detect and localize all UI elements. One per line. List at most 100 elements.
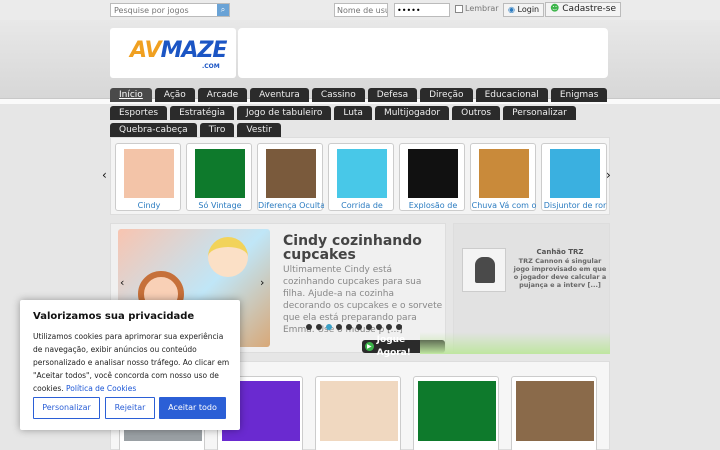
category-nav-row-1: Início Ação Arcade Aventura Cassino Defesa Dir… <box>110 88 608 102</box>
pagination-dot[interactable] <box>396 324 402 330</box>
nav-tab[interactable]: Multijogador <box>374 106 450 120</box>
ad-banner <box>238 28 608 78</box>
key-icon: ◉ <box>508 5 515 14</box>
nav-tab[interactable]: Personalizar <box>503 106 576 120</box>
game-caption[interactable]: Chuva Vá com o <box>471 201 537 210</box>
game-caption[interactable]: Explosão de <box>400 201 466 210</box>
game-caption[interactable]: Disjuntor de ror <box>542 201 608 210</box>
pagination-dot[interactable] <box>346 324 352 330</box>
login-label: Login <box>517 5 540 14</box>
customize-button[interactable]: Personalizar <box>33 397 100 419</box>
pagination-dot[interactable] <box>356 324 362 330</box>
play-icon: ▶ <box>365 342 374 351</box>
cannon-icon <box>475 257 495 283</box>
user-icon: ☻ <box>550 4 560 14</box>
nav-tab[interactable]: Direção <box>420 88 473 102</box>
username-box <box>334 3 388 17</box>
nav-tab[interactable]: Enigmas <box>550 88 608 102</box>
side-featured-title[interactable]: Canhão TRZ <box>512 248 608 256</box>
game-thumbnail[interactable]: Disjuntor de ror <box>541 143 607 211</box>
remember-label: Lembrar <box>465 4 499 13</box>
password-box <box>394 3 450 17</box>
cookie-consent-dialog: Valorizamos sua privacidade Utilizamos c… <box>20 300 240 430</box>
featured-pagination <box>306 324 402 330</box>
cookie-text: Utilizamos cookies para aprimorar sua ex… <box>33 330 233 395</box>
logo-av: AV <box>130 38 162 63</box>
nav-tab[interactable]: Ação <box>154 88 195 102</box>
game-card-image <box>418 381 496 441</box>
nav-tab[interactable]: Luta <box>334 106 372 120</box>
games-carousel: ‹ › Cindy Só Vintage Diferença Oculta Corri… <box>102 137 611 215</box>
game-caption[interactable]: Só Vintage <box>187 201 253 210</box>
game-card-image <box>516 381 594 441</box>
nav-tab[interactable]: Outros <box>452 106 501 120</box>
accept-all-button[interactable]: Aceitar todo <box>159 397 226 419</box>
nav-tab[interactable]: Esportes <box>110 106 168 120</box>
game-image <box>266 149 316 198</box>
featured-prev-icon[interactable]: ‹ <box>120 276 124 289</box>
top-bar: ⌕ Lembrar ◉ Login ☻ Cadastre-se <box>0 0 720 20</box>
signup-label: Cadastre-se <box>562 4 617 14</box>
nav-tab[interactable]: Quebra-cabeça <box>110 123 197 137</box>
remember-checkbox[interactable]: Lembrar <box>455 4 499 13</box>
login-button[interactable]: ◉ Login <box>503 3 545 17</box>
nav-tab[interactable]: Arcade <box>197 88 248 102</box>
pagination-dot[interactable] <box>386 324 392 330</box>
search-icon[interactable]: ⌕ <box>217 4 229 16</box>
game-thumbnail[interactable]: Só Vintage <box>186 143 252 211</box>
cookie-policy-link[interactable]: Política de Cookies <box>66 384 136 393</box>
carousel-prev-icon[interactable]: ‹ <box>102 168 107 182</box>
game-caption[interactable]: Diferença Oculta <box>258 201 324 210</box>
search-box: ⌕ <box>110 3 230 17</box>
nav-tab[interactable]: Tiro <box>199 123 235 137</box>
princess-image <box>208 237 248 277</box>
game-card[interactable] <box>413 376 499 450</box>
featured-next-icon[interactable]: › <box>260 276 264 289</box>
game-thumbnail[interactable]: Cindy <box>115 143 181 211</box>
nav-tab[interactable]: Educacional <box>475 88 548 102</box>
game-image <box>408 149 458 198</box>
game-card[interactable] <box>511 376 597 450</box>
game-caption[interactable]: Corrida de <box>329 201 395 210</box>
game-thumbnail[interactable]: Chuva Vá com o <box>470 143 536 211</box>
pagination-dot[interactable] <box>306 324 312 330</box>
game-thumbnail[interactable]: Diferença Oculta <box>257 143 324 211</box>
category-nav-row-2: Esportes Estratégia Jogo de tabuleiro Luta M… <box>110 106 576 120</box>
pagination-dot[interactable] <box>326 324 332 330</box>
game-image <box>479 149 529 198</box>
nav-tab[interactable]: Vestir <box>237 123 281 137</box>
pagination-dot[interactable] <box>336 324 342 330</box>
logo-text: AVMAZE <box>130 38 228 63</box>
checkbox-icon[interactable] <box>455 4 463 13</box>
game-image <box>124 149 174 198</box>
game-card[interactable] <box>315 376 401 450</box>
game-image <box>337 149 387 198</box>
username-input[interactable] <box>335 4 387 16</box>
game-thumbnail[interactable]: Explosão de <box>399 143 465 211</box>
site-logo[interactable]: AVMAZE .COM <box>110 28 236 78</box>
logo-suffix: .COM <box>202 63 220 70</box>
game-thumbnail[interactable]: Corrida de <box>328 143 394 211</box>
game-image <box>195 149 245 198</box>
search-input[interactable] <box>111 4 217 16</box>
nav-tab[interactable]: Cassino <box>311 88 365 102</box>
pagination-dot[interactable] <box>366 324 372 330</box>
password-input[interactable] <box>395 4 449 16</box>
nav-tab[interactable]: Aventura <box>250 88 309 102</box>
cannon-thumbnail[interactable] <box>462 248 506 292</box>
nav-tab[interactable]: Início <box>110 88 152 102</box>
pagination-dot[interactable] <box>376 324 382 330</box>
nav-tab[interactable]: Jogo de tabuleiro <box>236 106 332 120</box>
logo-maze: MAZE <box>160 38 228 63</box>
side-featured-description: TRZ Cannon é singular jogo improvisado e… <box>513 257 607 289</box>
game-card-image <box>320 381 398 441</box>
category-nav-row-3: Quebra-cabeça Tiro Vestir <box>110 123 281 137</box>
game-image <box>550 149 600 198</box>
nav-tab[interactable]: Estratégia <box>170 106 234 120</box>
pagination-dot[interactable] <box>316 324 322 330</box>
reject-button[interactable]: Rejeitar <box>105 397 155 419</box>
signup-button[interactable]: ☻ Cadastre-se <box>545 2 622 17</box>
nav-tab[interactable]: Defesa <box>367 88 418 102</box>
featured-title[interactable]: Cindy cozinhando cupcakes <box>283 234 443 262</box>
game-caption[interactable]: Cindy <box>116 201 182 210</box>
